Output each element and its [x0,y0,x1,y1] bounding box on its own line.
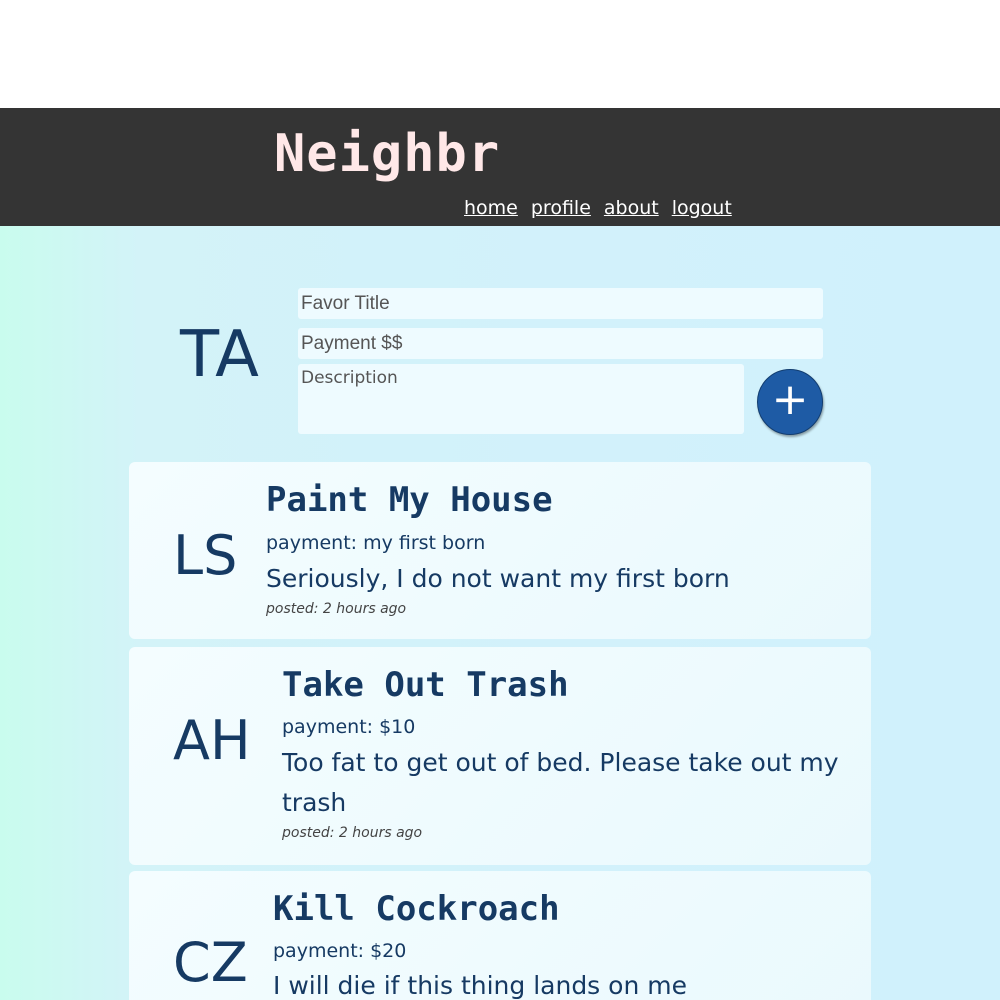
plus-icon: + [771,374,809,425]
favor-card[interactable]: LS Paint My House payment: my first born… [129,462,871,639]
favor-title: Kill Cockroach [273,889,560,929]
favor-description: Too fat to get out of bed. Please take o… [282,748,839,817]
favor-payment: payment: $20 [273,940,407,962]
main-content: TA + LS Paint My House payment: my first… [0,226,1000,1000]
nav-link-home[interactable]: home [464,196,518,220]
nav-link-about[interactable]: about [604,196,659,220]
favor-description: I will die if this thing lands on me [273,971,687,1000]
favor-title-input[interactable] [298,288,823,319]
top-navbar: Neighbr home profile about logout [0,108,1000,226]
poster-initials: AH [173,709,251,772]
payment-input[interactable] [298,328,823,359]
user-avatar-initials: TA [180,318,260,392]
favor-card[interactable]: AH Take Out Trash payment: $10 Too fat t… [129,647,871,865]
favor-title: Paint My House [266,480,553,520]
brand-logo[interactable]: Neighbr [274,122,500,186]
poster-initials: LS [173,524,238,587]
favor-payment: payment: $10 [282,716,416,738]
favor-title: Take Out Trash [282,665,569,705]
description-input[interactable] [298,364,744,434]
nav-link-profile[interactable]: profile [531,196,591,220]
nav-link-logout[interactable]: logout [672,196,732,220]
favor-posted-time: posted: 2 hours ago [266,601,407,617]
favor-card[interactable]: CZ Kill Cockroach payment: $20 I will di… [129,871,871,1000]
favor-posted-time: posted: 2 hours ago [282,825,423,841]
main-nav: home profile about logout [464,196,732,220]
add-favor-button[interactable]: + [757,369,823,435]
favor-description: Seriously, I do not want my first born [266,564,730,593]
poster-initials: CZ [173,931,248,994]
favor-payment: payment: my first born [266,532,486,554]
